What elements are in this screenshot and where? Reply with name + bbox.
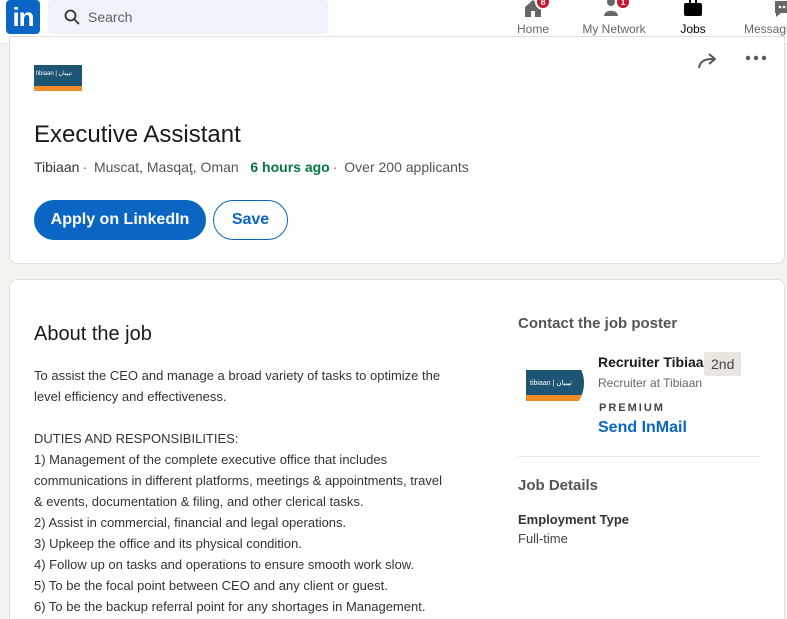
home-badge: 8 (535, 0, 551, 10)
job-location: Muscat, Masqaţ, Oman (93, 159, 239, 175)
company-name[interactable]: Tibiaan (34, 159, 79, 175)
search-input[interactable] (88, 0, 318, 34)
description-line: 2) Assist in commercial, financial and l… (34, 515, 347, 530)
description-line: 1) Management of the complete executive … (34, 452, 388, 467)
connection-degree-badge: 2nd (704, 352, 742, 376)
send-inmail-link[interactable]: Send InMail (598, 419, 687, 437)
job-meta: Tibiaan · Muscat, Masqaţ, Oman 6 hours ag… (34, 159, 469, 175)
premium-label: PREMIUM (599, 402, 665, 414)
search-box[interactable] (48, 0, 328, 34)
description-line: level efficiency and effectiveness. (34, 389, 227, 404)
briefcase-icon (684, 0, 702, 16)
contact-poster-title: Contact the job poster (518, 315, 678, 332)
description-line (34, 407, 494, 428)
job-description-card: About the job To assist the CEO and mana… (9, 279, 785, 619)
employment-type-label: Employment Type (518, 512, 630, 527)
job-details-title: Job Details (518, 477, 599, 494)
share-icon[interactable] (696, 49, 720, 73)
nav-jobs-label: Jobs (680, 22, 706, 36)
company-logo[interactable]: tibiaan | تيبيان (34, 65, 82, 91)
description-line: communications in different platforms, m… (34, 473, 443, 488)
poster-headline: Recruiter at Tibiaan (598, 376, 703, 390)
search-icon (64, 9, 80, 25)
divider (518, 456, 760, 457)
description-line: 5) To be the focal point between CEO and… (34, 578, 388, 593)
posted-time: 6 hours ago (250, 159, 330, 175)
poster-avatar[interactable]: tibiaan | تيبيان (518, 350, 584, 416)
description-line: 6) To be the backup referral point for a… (34, 599, 426, 614)
job-header-card: tibiaan | تيبيان Executive Assistant Tib… (9, 36, 785, 264)
save-button[interactable]: Save (213, 200, 288, 240)
poster-name[interactable]: Recruiter Tibiaan (598, 354, 712, 370)
nav-home-label: Home (516, 22, 549, 36)
more-options-icon[interactable] (744, 49, 768, 73)
nav-messaging-label: Messaging (744, 22, 787, 36)
about-job-title: About the job (34, 323, 152, 345)
job-description: To assist the CEO and manage a broad var… (34, 365, 494, 617)
message-icon (775, 1, 787, 17)
description-line: 4) Follow up on tasks and operations to … (34, 557, 415, 572)
description-line: To assist the CEO and manage a broad var… (34, 368, 441, 383)
nav-my-network-label: My Network (582, 22, 646, 36)
poster-avatar-text: tibiaan | تيبيان (530, 380, 572, 387)
job-title: Executive Assistant (34, 121, 241, 148)
network-badge: 1 (615, 0, 631, 10)
employment-type-value: Full-time (518, 531, 568, 546)
company-logo-text: tibiaan | تيبيان (36, 71, 72, 77)
description-line: & events, documentation & filing, and ot… (34, 494, 364, 509)
description-line: DUTIES AND RESPONSIBILITIES: (34, 431, 239, 446)
linkedin-logo[interactable]: in (6, 0, 40, 34)
applicant-count: Over 200 applicants (344, 159, 469, 175)
description-line: 3) Upkeep the office and its physical co… (34, 536, 302, 551)
apply-button[interactable]: Apply on LinkedIn (34, 200, 206, 240)
